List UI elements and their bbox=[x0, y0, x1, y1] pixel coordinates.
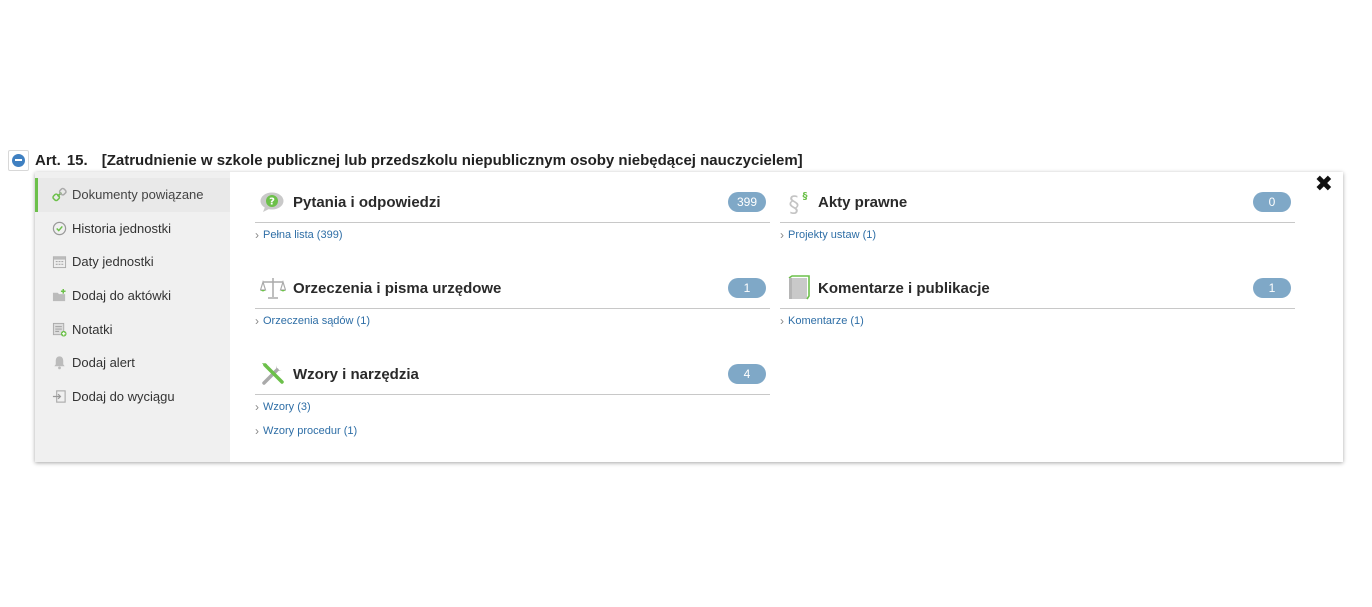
article-title: Art. 15. [Zatrudnienie w szkole publicznej… bbox=[35, 152, 803, 169]
section-title: Akty prawne bbox=[818, 193, 908, 211]
svg-text:§: § bbox=[789, 193, 800, 215]
svg-text:?: ? bbox=[269, 197, 275, 208]
sidebar: Dokumenty powiązane Historia jednostki D… bbox=[35, 172, 230, 462]
bell-icon bbox=[51, 355, 67, 371]
link-label: Projekty ustaw (1) bbox=[788, 229, 877, 241]
section-header: Komentarze i publikacje 1 bbox=[780, 268, 1295, 309]
count-badge[interactable]: 4 bbox=[728, 364, 766, 384]
section-title: Pytania i odpowiedzi bbox=[293, 193, 441, 211]
section-comments: Komentarze i publikacje 1 › Komentarze (1… bbox=[780, 268, 1295, 337]
link-full-list[interactable]: › Pełna lista (399) bbox=[255, 227, 770, 251]
calendar-icon bbox=[51, 254, 67, 270]
sidebar-item-notes[interactable]: Notatki bbox=[35, 312, 230, 346]
section-links: › Projekty ustaw (1) bbox=[780, 223, 1295, 251]
article-header: Art. 15. [Zatrudnienie w szkole publicznej… bbox=[8, 148, 803, 172]
sidebar-item-label: Dodaj do wyciągu bbox=[72, 388, 175, 404]
sidebar-item-history[interactable]: Historia jednostki bbox=[35, 212, 230, 246]
section-title: Orzeczenia i pisma urzędowe bbox=[293, 279, 502, 297]
section-links: › Wzory (3) › Wzory procedur (1) bbox=[255, 395, 770, 447]
section-acts: § § Akty prawne 0 › Projekty ustaw (1) bbox=[780, 182, 1295, 251]
sidebar-item-add-to-briefcase[interactable]: Dodaj do aktówki bbox=[35, 279, 230, 313]
folder-add-icon bbox=[51, 288, 67, 304]
section-title: Wzory i narzędzia bbox=[293, 365, 419, 383]
count-badge[interactable]: 1 bbox=[1253, 278, 1291, 298]
link-label: Orzeczenia sądów (1) bbox=[263, 315, 370, 327]
tools-icon bbox=[260, 361, 286, 387]
section-header: § § Akty prawne 0 bbox=[780, 182, 1295, 223]
section-header: Orzeczenia i pisma urzędowe 1 bbox=[255, 268, 770, 309]
link-icon bbox=[51, 187, 67, 203]
link-procedure-templates[interactable]: › Wzory procedur (1) bbox=[255, 423, 770, 447]
link-draft-laws[interactable]: › Projekty ustaw (1) bbox=[780, 227, 1295, 251]
sidebar-item-label: Daty jednostki bbox=[72, 254, 154, 270]
section-links: › Orzeczenia sądów (1) bbox=[255, 309, 770, 337]
close-button[interactable]: ✖ bbox=[1315, 172, 1333, 196]
link-label: Komentarze (1) bbox=[788, 315, 864, 327]
close-icon: ✖ bbox=[1314, 171, 1333, 196]
count-badge[interactable]: 1 bbox=[728, 278, 766, 298]
history-icon bbox=[51, 220, 67, 236]
section-templates: Wzory i narzędzia 4 › Wzory (3) › Wzory pr… bbox=[255, 354, 770, 447]
sidebar-item-add-alert[interactable]: Dodaj alert bbox=[35, 346, 230, 380]
section-rulings: Orzeczenia i pisma urzędowe 1 › Orzeczeni… bbox=[255, 268, 770, 337]
count-badge[interactable]: 399 bbox=[728, 192, 766, 212]
chevron-right-icon: › bbox=[255, 314, 259, 328]
scales-icon bbox=[260, 275, 286, 301]
paragraph-icon: § § bbox=[785, 189, 811, 215]
link-templates[interactable]: › Wzory (3) bbox=[255, 399, 770, 423]
link-label: Wzory procedur (1) bbox=[263, 425, 358, 437]
question-bubble-icon: ? bbox=[260, 189, 286, 215]
sidebar-item-label: Dokumenty powiązane bbox=[72, 187, 204, 203]
section-links: › Pełna lista (399) bbox=[255, 223, 770, 251]
chevron-right-icon: › bbox=[780, 314, 784, 328]
article-number: 15. bbox=[66, 151, 88, 169]
sidebar-item-label: Notatki bbox=[72, 321, 113, 337]
article-heading: [Zatrudnienie w szkole publicznej lub pr… bbox=[101, 151, 803, 169]
sidebar-item-label: Dodaj alert bbox=[72, 355, 135, 371]
link-label: Pełna lista (399) bbox=[263, 229, 343, 241]
book-icon bbox=[785, 275, 811, 301]
svg-text:§: § bbox=[803, 191, 808, 202]
chevron-right-icon: › bbox=[780, 228, 784, 242]
export-icon bbox=[51, 388, 67, 404]
sidebar-item-related-documents[interactable]: Dokumenty powiązane bbox=[35, 178, 230, 212]
section-title: Komentarze i publikacje bbox=[818, 279, 990, 297]
chevron-right-icon: › bbox=[255, 400, 259, 414]
link-court-rulings[interactable]: › Orzeczenia sądów (1) bbox=[255, 313, 770, 337]
sidebar-item-label: Historia jednostki bbox=[72, 220, 171, 236]
sidebar-item-dates[interactable]: Daty jednostki bbox=[35, 245, 230, 279]
section-qa: ? Pytania i odpowiedzi 399 › Pełna lista … bbox=[255, 182, 770, 251]
link-label: Wzory (3) bbox=[263, 401, 311, 413]
chevron-right-icon: › bbox=[255, 228, 259, 242]
note-icon bbox=[51, 321, 67, 337]
collapse-button[interactable] bbox=[8, 149, 29, 171]
section-header: ? Pytania i odpowiedzi 399 bbox=[255, 182, 770, 223]
count-badge[interactable]: 0 bbox=[1253, 192, 1291, 212]
chevron-right-icon: › bbox=[255, 424, 259, 438]
sidebar-item-label: Dodaj do aktówki bbox=[72, 288, 171, 304]
sidebar-item-add-to-extract[interactable]: Dodaj do wyciągu bbox=[35, 380, 230, 414]
related-documents-panel: Dokumenty powiązane Historia jednostki D… bbox=[35, 172, 1343, 462]
section-header: Wzory i narzędzia 4 bbox=[255, 354, 770, 395]
article-label: Art. bbox=[35, 151, 61, 169]
link-comments[interactable]: › Komentarze (1) bbox=[780, 313, 1295, 337]
section-links: › Komentarze (1) bbox=[780, 309, 1295, 337]
minus-circle-icon bbox=[12, 153, 25, 167]
